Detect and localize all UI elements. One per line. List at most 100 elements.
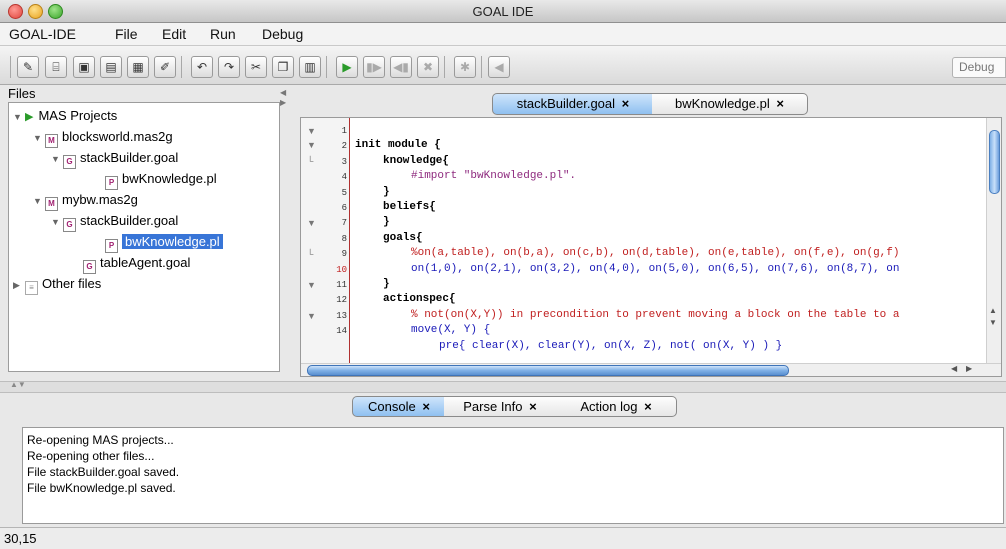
back-icon[interactable]: ◀ [488,56,510,78]
console-line: Re-opening MAS projects... [27,433,174,447]
code-line: actionspec{ [383,293,456,306]
scroll-right-arrow-icon[interactable]: ▶ [966,364,972,373]
tree-node-other-files[interactable]: ▶ ≡ Other files [13,275,101,295]
tree-node-blocksworld[interactable]: ▼ Mblocksworld.mas2g [33,128,173,148]
editor-gutter: ▼ ▼ └ ▼ └ ▼ ▼ 1 2 3 4 5 6 7 8 9 10 11 12… [301,118,350,364]
menu-debug[interactable]: Debug [262,26,303,42]
title-bar: GOAL IDE [0,0,1006,23]
tab-stackbuilder-goal[interactable]: stackBuilder.goal × [492,93,654,115]
paste-icon[interactable]: ▥ [299,56,321,78]
new-file-icon[interactable]: ✎ [17,56,39,78]
run-icon[interactable]: ▶ [336,56,358,78]
open-folder-icon[interactable]: ⌸ [45,56,67,78]
collapse-triangle-icon[interactable]: ▶ [13,276,25,294]
menu-goal-ide[interactable]: GOAL-IDE [9,26,76,42]
editor-horizontal-scrollbar[interactable]: ◀ ▶ [301,363,1001,376]
menu-file[interactable]: File [115,26,138,42]
tree-node-tableagent[interactable]: GtableAgent.goal [83,254,190,274]
expand-triangle-icon[interactable]: ▼ [51,213,63,231]
edit-file-icon[interactable]: ✐ [154,56,176,78]
toolbar: ✎ ⌸ ▣ ▤ ▦ ✐ ↶ ↷ ✂ ❐ ▥ ▶ ▮▶ ◀▮ ✖ ✱ ◀ Debu… [0,46,1006,85]
fold-marker-icon[interactable]: ▼ [307,311,316,321]
expand-right-arrow-icon[interactable]: ▶ [280,98,286,107]
save-icon[interactable]: ▣ [73,56,95,78]
code-line: move(X, Y) { [411,324,491,337]
status-bar: 30,15 [0,527,1006,549]
line-number: 13 [336,311,347,321]
redo-icon[interactable]: ↷ [218,56,240,78]
goal-file-icon: G [83,260,96,274]
toolbar-separator [10,56,11,78]
tab-close-icon[interactable]: × [422,399,430,414]
tree-node-stackbuilder-1[interactable]: ▼ GstackBuilder.goal [51,149,178,169]
kill-icon[interactable]: ✖ [417,56,439,78]
code-line: on(1,0), on(2,1), on(3,2), on(4,0), on(5… [411,262,900,275]
step-icon[interactable]: ▮▶ [363,56,385,78]
expand-triangle-icon[interactable]: ▼ [33,129,45,147]
console-line: Re-opening other files... [27,449,155,463]
scroll-down-arrow-icon[interactable]: ▼ [989,318,997,327]
fold-marker-icon[interactable]: ▼ [307,218,316,228]
code-line: %on(a,table), on(b,a), on(c,b), on(d,tab… [411,247,900,260]
save-all-icon[interactable]: ▦ [127,56,149,78]
files-tree: ▼ ▶ MAS Projects ▼ Mblocksworld.mas2g ▼ Gsta… [8,102,280,372]
vertical-scroll-thumb[interactable] [989,130,1000,194]
breakpoint-icon[interactable]: ✱ [454,56,476,78]
horizontal-scroll-thumb[interactable] [307,365,789,376]
debug-perspective-button[interactable]: Debug [952,57,1006,78]
tree-node-mybw[interactable]: ▼ Mmybw.mas2g [33,191,138,211]
line-number: 1 [341,126,347,136]
play-icon: ▶ [25,111,34,123]
code-editor[interactable]: ▼ ▼ └ ▼ └ ▼ ▼ 1 2 3 4 5 6 7 8 9 10 11 12… [300,117,1002,377]
tab-action-log[interactable]: Action log × [556,396,677,417]
code-line: pre{ clear(X), clear(Y), on(X, Z), not( … [439,339,783,352]
tab-console[interactable]: Console × [352,396,446,417]
line-number: 10 [336,265,347,275]
menu-edit[interactable]: Edit [162,26,186,42]
code-line: beliefs{ [383,201,436,214]
tree-node-bwknowledge-1[interactable]: PbwKnowledge.pl [105,170,217,190]
toolbar-separator [444,56,445,78]
line-number: 7 [341,218,347,228]
expand-triangle-icon[interactable]: ▼ [13,108,25,126]
collapse-left-arrow-icon[interactable]: ◀ [280,88,286,97]
expand-triangle-icon[interactable]: ▼ [51,150,63,168]
fold-marker-icon[interactable]: ▼ [307,126,316,136]
fold-marker-icon[interactable]: ▼ [307,140,316,150]
tree-node-stackbuilder-2[interactable]: ▼ GstackBuilder.goal [51,212,178,232]
tab-close-icon[interactable]: × [622,96,630,111]
editor-vertical-scrollbar[interactable]: ▲ ▼ [986,118,1001,376]
tree-node-mas-projects[interactable]: ▼ ▶ MAS Projects [13,107,117,125]
tab-close-icon[interactable]: × [529,399,537,414]
tab-bwknowledge-pl[interactable]: bwKnowledge.pl × [652,93,808,115]
tab-close-icon[interactable]: × [776,96,784,111]
prolog-file-icon: P [105,176,118,190]
horizontal-splitter[interactable]: ▲▼ [0,380,1006,393]
splitter-arrows-icon[interactable]: ▲▼ [10,380,26,389]
tree-node-bwknowledge-2-selected[interactable]: PbwKnowledge.pl [105,233,223,253]
console-output[interactable]: Re-opening MAS projects... Re-opening ot… [22,427,1004,524]
scroll-left-arrow-icon[interactable]: ◀ [951,364,957,373]
tab-close-icon[interactable]: × [644,399,652,414]
code-line: knowledge{ [383,154,450,167]
code-line: #import "bwKnowledge.pl". [411,170,577,183]
cursor-position: 30,15 [4,531,37,546]
expand-triangle-icon[interactable]: ▼ [33,192,45,210]
goal-file-icon: G [63,218,76,232]
margin-line [349,118,350,364]
fold-marker-icon[interactable]: ▼ [307,280,316,290]
copy-icon[interactable]: ❐ [272,56,294,78]
code-content[interactable]: init module {knowledge{#import "bwKnowle… [355,123,899,385]
code-line: % not(on(X,Y)) in precondition to preven… [411,308,900,321]
line-number: 11 [336,280,347,290]
cut-icon[interactable]: ✂ [245,56,267,78]
undo-icon[interactable]: ↶ [191,56,213,78]
toolbar-separator [181,56,182,78]
pause-icon[interactable]: ◀▮ [390,56,412,78]
tab-parse-info[interactable]: Parse Info × [444,396,557,417]
scroll-up-arrow-icon[interactable]: ▲ [989,306,997,315]
menu-run[interactable]: Run [210,26,236,42]
goal-file-icon: G [63,155,76,169]
line-number: 14 [336,326,347,336]
save-as-icon[interactable]: ▤ [100,56,122,78]
